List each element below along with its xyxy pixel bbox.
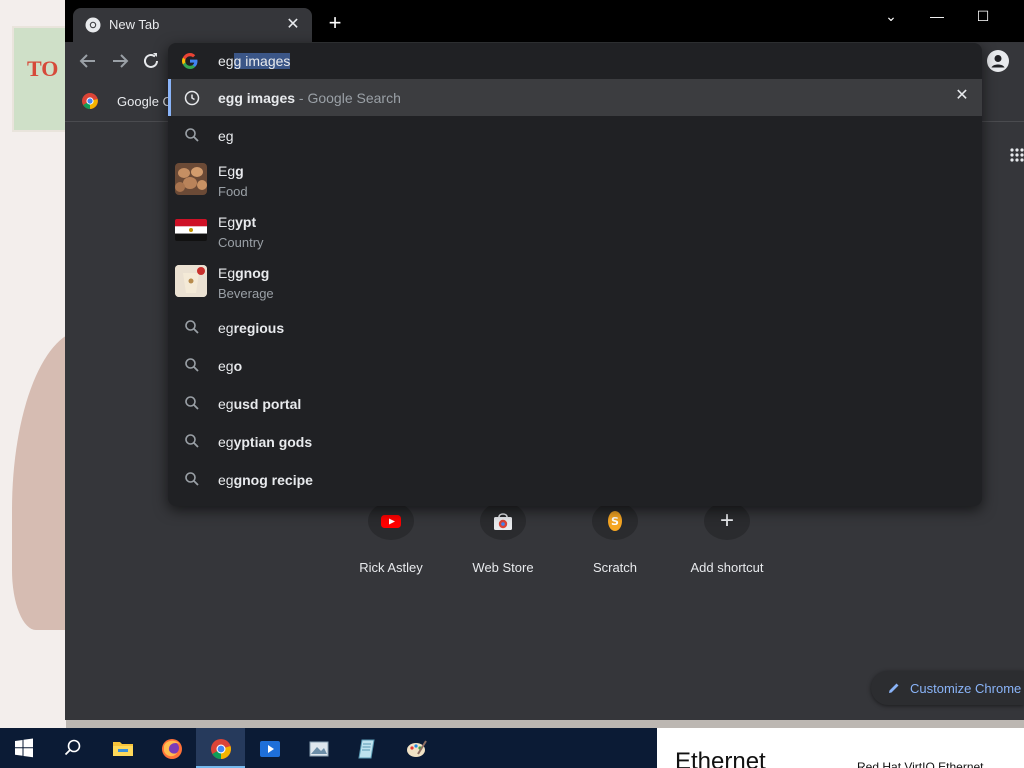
omnibox-dropdown: egg images egg images - Google Search ✕ …	[168, 43, 982, 506]
google-icon	[182, 53, 198, 69]
suggestion-subtitle: Food	[218, 184, 248, 199]
customize-chrome-label: Customize Chrome	[910, 681, 1022, 696]
file-explorer-button[interactable]	[98, 728, 147, 768]
suggestion-text: egregious	[218, 320, 285, 336]
autocomplete-selection: g images	[233, 53, 291, 69]
customize-chrome-button[interactable]: Customize Chrome	[871, 671, 1024, 705]
search-icon	[185, 128, 199, 142]
suggestion-title: Eggnog	[218, 265, 270, 281]
search-icon	[185, 472, 199, 486]
taskbar-search-button[interactable]	[49, 728, 98, 768]
media-player-button[interactable]	[245, 728, 294, 768]
suggestion-text: egusd portal	[218, 396, 302, 412]
egg-thumbnail	[175, 163, 207, 195]
image-viewer-button[interactable]	[294, 728, 343, 768]
eggnog-thumbnail	[175, 265, 207, 297]
tab-close-icon[interactable]: ✕	[282, 14, 304, 36]
bookmark-google[interactable]: Google C	[117, 94, 172, 109]
back-icon[interactable]	[77, 50, 99, 72]
windows-start-icon	[15, 738, 33, 758]
reload-icon[interactable]	[140, 50, 162, 72]
windows-start-button[interactable]	[0, 728, 49, 768]
profile-avatar[interactable]	[987, 50, 1009, 72]
suggestion-text: egyptian gods	[218, 434, 313, 450]
plus-icon: +	[719, 507, 734, 534]
suggestion-search[interactable]: egregious	[168, 308, 982, 346]
apps-grid-icon[interactable]	[1010, 148, 1024, 162]
suggestion-search[interactable]: ego	[168, 346, 982, 384]
shortcut-rick-astley[interactable]: Rick Astley	[336, 502, 446, 575]
remove-suggestion-icon[interactable]: ✕	[954, 88, 970, 104]
suggestion-search[interactable]: eg	[168, 116, 982, 154]
suggestion-search[interactable]: egyptian gods	[168, 422, 982, 460]
wallpaper-poster-text: TO	[27, 56, 59, 81]
title-bar: New Tab ✕ + ⌄ — ☐	[65, 0, 1024, 42]
suggestion-search[interactable]: eggnog recipe	[168, 460, 982, 498]
new-tab-button[interactable]: +	[323, 12, 347, 36]
address-bar[interactable]: egg images	[168, 43, 982, 80]
shortcut-label: Scratch	[592, 560, 638, 575]
network-adapter-name: Red Hat VirtIO Ethernet	[857, 760, 984, 768]
notepad-button[interactable]	[343, 728, 392, 768]
firefox-icon	[162, 739, 182, 759]
maximize-button[interactable]: ☐	[960, 4, 1006, 28]
scratch-icon: S	[608, 511, 622, 531]
suggestion-title: Egypt	[218, 214, 257, 230]
chrome-tab-icon	[85, 17, 101, 33]
suggestion-title: Egg	[218, 163, 244, 179]
paint-icon	[407, 740, 427, 757]
suggestion-search[interactable]: egusd portal	[168, 384, 982, 422]
chrome-icon	[211, 739, 231, 760]
wallpaper-strip	[66, 720, 1024, 728]
notepad-icon	[358, 739, 375, 759]
pencil-icon	[889, 683, 899, 693]
suggestion-text: ego	[218, 358, 243, 374]
search-icon	[185, 396, 199, 410]
suggestion-subtitle: Beverage	[218, 286, 274, 301]
suggestion-entity[interactable]: Egypt Country	[168, 205, 982, 256]
network-title: Ethernet	[675, 748, 766, 768]
typed-text: eg	[218, 53, 234, 69]
file-explorer-icon	[113, 742, 133, 756]
search-icon	[185, 358, 199, 372]
omnibox-input[interactable]: egg images	[218, 53, 291, 69]
suggestion-text: eggnog recipe	[218, 472, 313, 488]
media-player-icon	[260, 741, 280, 757]
egypt-flag	[175, 219, 207, 241]
person-icon	[991, 55, 1005, 68]
webstore-icon	[494, 513, 512, 530]
suggestion-text: egg images - Google Search	[218, 90, 401, 106]
shortcut-label: Web Store	[472, 560, 534, 575]
suggestion-subtitle: Country	[218, 235, 264, 250]
shortcut-add[interactable]: + Add shortcut	[672, 502, 782, 575]
paint-button[interactable]	[392, 728, 441, 768]
suggestion-entity[interactable]: Egg Food	[168, 154, 982, 205]
tab-new-tab[interactable]: New Tab ✕	[73, 8, 312, 42]
image-viewer-icon	[309, 741, 329, 757]
tab-title: New Tab	[109, 17, 160, 32]
shortcut-label: Rick Astley	[359, 560, 423, 575]
network-flyout: Ethernet Red Hat VirtIO Ethernet	[657, 728, 1024, 768]
suggestion-history[interactable]: egg images - Google Search ✕	[168, 79, 982, 116]
search-icon	[185, 434, 199, 448]
shortcut-scratch[interactable]: S Scratch	[560, 502, 670, 575]
chrome-icon	[82, 93, 98, 109]
svg-text:S: S	[611, 515, 619, 528]
clock-icon	[184, 90, 200, 106]
youtube-icon	[381, 515, 401, 528]
search-icon	[64, 739, 81, 756]
tab-search-icon[interactable]: ⌄	[868, 4, 914, 28]
suggestion-entity[interactable]: Eggnog Beverage	[168, 256, 982, 307]
suggestion-text: eg	[218, 128, 234, 144]
search-icon	[185, 320, 199, 334]
shortcut-label: Add shortcut	[690, 560, 764, 575]
shortcut-web-store[interactable]: Web Store	[448, 502, 558, 575]
forward-icon[interactable]	[109, 50, 131, 72]
minimize-button[interactable]: —	[914, 4, 960, 28]
firefox-button[interactable]	[147, 728, 196, 768]
chrome-taskbar-button[interactable]	[196, 728, 245, 768]
